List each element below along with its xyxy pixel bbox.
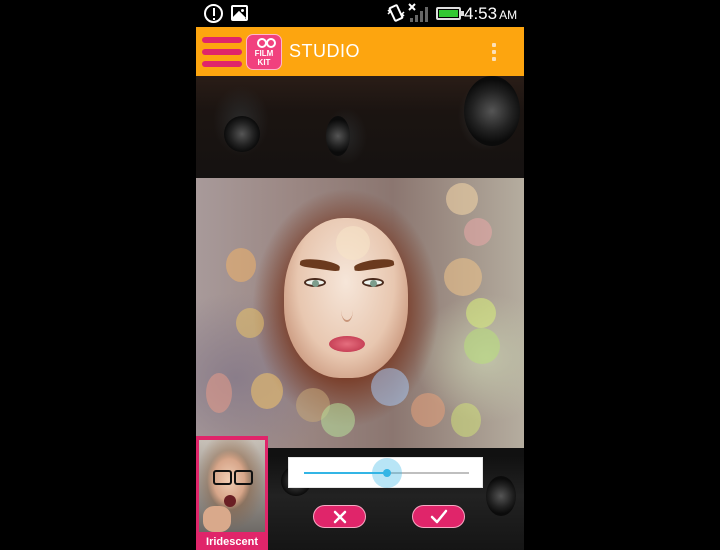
phone-screen: 4:53 AM FILM KIT STUDIO Iridescent xyxy=(196,0,524,550)
nose xyxy=(341,298,353,322)
background-speaker xyxy=(486,476,516,516)
bokeh-light xyxy=(464,218,492,246)
status-bar: 4:53 AM xyxy=(196,0,524,27)
signal-icon xyxy=(408,3,428,22)
background-speaker xyxy=(464,76,520,146)
close-icon xyxy=(333,510,347,524)
bokeh-light xyxy=(226,248,256,282)
clock-time: 4:53 xyxy=(464,4,498,23)
clock: 4:53 AM xyxy=(464,4,517,24)
mouth xyxy=(224,495,236,507)
logo-text-kit: KIT xyxy=(257,58,271,67)
bokeh-light xyxy=(236,308,264,338)
eye xyxy=(362,278,384,287)
bokeh-light xyxy=(251,373,283,409)
bokeh-light xyxy=(446,183,478,215)
slider-thumb[interactable] xyxy=(371,458,402,488)
slider-track[interactable] xyxy=(304,458,469,488)
confirm-button[interactable] xyxy=(412,505,465,528)
eye xyxy=(304,278,326,287)
bokeh-light xyxy=(206,373,232,413)
filter-thumbnail-image xyxy=(199,440,265,532)
bokeh-light xyxy=(371,368,409,406)
battery-icon xyxy=(436,7,464,20)
vibrate-icon xyxy=(387,4,405,22)
menu-icon[interactable] xyxy=(202,37,242,67)
video-preview[interactable] xyxy=(196,178,524,448)
hand xyxy=(203,506,231,532)
bokeh-light xyxy=(451,403,481,437)
app-bar: FILM KIT STUDIO xyxy=(196,27,524,76)
bokeh-light xyxy=(321,403,355,437)
image-icon xyxy=(231,5,248,21)
film-reel-icon xyxy=(266,38,276,48)
intensity-slider[interactable] xyxy=(288,457,483,488)
bokeh-light xyxy=(464,328,500,364)
cancel-button[interactable] xyxy=(313,505,366,528)
alert-icon xyxy=(204,4,223,23)
background-speaker xyxy=(326,116,350,156)
bokeh-light xyxy=(336,226,370,260)
bokeh-light xyxy=(466,298,496,328)
bokeh-light xyxy=(444,258,482,296)
lips xyxy=(329,336,365,352)
logo-text-film: FILM xyxy=(254,49,274,58)
overflow-menu-icon[interactable] xyxy=(488,41,500,63)
filter-thumbnail-iridescent[interactable]: Iridescent xyxy=(196,436,268,550)
check-icon xyxy=(430,509,448,524)
clock-ampm: AM xyxy=(499,8,518,22)
page-title: STUDIO xyxy=(289,41,361,61)
glasses xyxy=(213,470,253,485)
bokeh-light xyxy=(411,393,445,427)
app-logo: FILM KIT xyxy=(246,34,282,70)
brow xyxy=(299,257,341,272)
brow xyxy=(353,257,395,272)
background-speaker xyxy=(224,116,260,152)
filter-label: Iridescent xyxy=(206,536,258,548)
